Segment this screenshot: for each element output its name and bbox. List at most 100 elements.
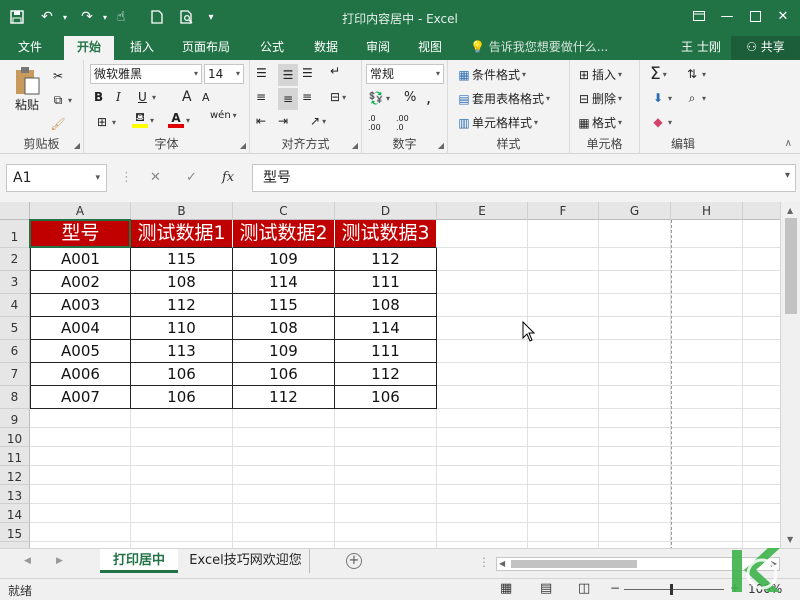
percent-button[interactable]: %: [404, 90, 416, 105]
formula-input[interactable]: 型号: [252, 164, 796, 192]
dialog-launcher-icon[interactable]: ◢: [240, 141, 246, 150]
table-cell[interactable]: 112: [335, 363, 437, 386]
next-sheet-icon[interactable]: ▶: [56, 556, 63, 566]
tab-page-layout[interactable]: 页面布局: [172, 36, 240, 60]
table-cell[interactable]: 110: [131, 317, 233, 340]
column-header-e[interactable]: E: [437, 202, 528, 220]
split-handle-icon[interactable]: ⋮: [478, 555, 490, 569]
table-cell[interactable]: 115: [131, 248, 233, 271]
dialog-launcher-icon[interactable]: ◢: [352, 141, 358, 150]
table-cell[interactable]: 108: [131, 271, 233, 294]
row-header-9[interactable]: 9: [0, 409, 30, 428]
table-cell[interactable]: A003: [30, 294, 131, 317]
scroll-up-icon[interactable]: ▲: [787, 206, 793, 215]
add-sheet-icon[interactable]: +: [346, 553, 362, 569]
table-cell[interactable]: 114: [233, 271, 335, 294]
wrap-text-icon[interactable]: ↵: [330, 64, 340, 78]
row-header-15[interactable]: 15: [0, 523, 30, 542]
minimize-icon[interactable]: —: [714, 4, 740, 28]
ribbon-display-icon[interactable]: [686, 4, 712, 28]
tab-review[interactable]: 审阅: [356, 36, 400, 60]
select-all-corner[interactable]: [0, 202, 30, 220]
increase-decimal-button[interactable]: .0 .00: [368, 114, 390, 132]
tab-file[interactable]: 文件: [8, 36, 52, 60]
font-name-select[interactable]: 微软雅黑 ▾: [90, 64, 202, 84]
user-name[interactable]: 王 士刚: [681, 36, 721, 58]
cut-button[interactable]: ✂: [50, 68, 66, 84]
row-header-11[interactable]: 11: [0, 447, 30, 466]
autosum-button[interactable]: Σ ▾: [650, 64, 667, 84]
delete-cells-button[interactable]: ⊟ 删除 ▾: [576, 90, 622, 107]
tell-me-search[interactable]: 💡 告诉我您想要做什么...: [470, 36, 608, 60]
table-cell[interactable]: A004: [30, 317, 131, 340]
borders-button[interactable]: ⊞ ▾: [94, 114, 116, 130]
phonetic-button[interactable]: wén ▾: [210, 110, 237, 121]
column-header-b[interactable]: B: [131, 202, 233, 220]
number-format-select[interactable]: 常规 ▾: [366, 64, 444, 84]
vertical-scroll-thumb[interactable]: [785, 218, 797, 314]
cell-styles-button[interactable]: ▥ 单元格样式 ▾: [456, 114, 538, 131]
table-cell[interactable]: 106: [131, 363, 233, 386]
table-cell[interactable]: 106: [335, 386, 437, 409]
name-box[interactable]: A1 ▾: [6, 164, 107, 192]
find-select-button[interactable]: ⌕ ▾: [684, 90, 706, 106]
align-left-icon[interactable]: ≡: [256, 90, 266, 104]
table-header-cell[interactable]: 型号: [30, 220, 131, 248]
table-header-cell[interactable]: 测试数据3: [335, 220, 437, 248]
fill-button[interactable]: ⬇ ▾: [650, 90, 672, 106]
fill-color-button[interactable]: ⛾ ▾: [132, 110, 154, 128]
table-cell[interactable]: 108: [233, 317, 335, 340]
table-cell[interactable]: A006: [30, 363, 131, 386]
table-cell[interactable]: 112: [233, 386, 335, 409]
clear-button[interactable]: ◆ ▾: [650, 114, 672, 130]
normal-view-icon[interactable]: ▦: [500, 581, 512, 596]
insert-function-button[interactable]: fx: [222, 170, 234, 185]
zoom-out-icon[interactable]: −: [610, 581, 620, 595]
table-cell[interactable]: A007: [30, 386, 131, 409]
underline-dropdown-icon[interactable]: ▾: [152, 93, 156, 102]
middle-align-icon[interactable]: ☰: [278, 64, 298, 86]
underline-button[interactable]: U: [138, 90, 147, 104]
table-cell[interactable]: 108: [335, 294, 437, 317]
tab-view[interactable]: 视图: [408, 36, 452, 60]
bold-button[interactable]: B: [94, 90, 103, 104]
align-center-icon[interactable]: ≡: [278, 88, 298, 110]
row-header-2[interactable]: 2: [0, 248, 30, 271]
vertical-scrollbar[interactable]: ▲ ▼: [780, 202, 800, 548]
restore-icon[interactable]: [742, 4, 768, 28]
format-cells-button[interactable]: ▦ 格式 ▾: [576, 114, 622, 131]
row-header-10[interactable]: 10: [0, 428, 30, 447]
collapse-ribbon-icon[interactable]: ∧: [785, 138, 792, 149]
column-header-c[interactable]: C: [233, 202, 335, 220]
zoom-slider-thumb[interactable]: [670, 584, 673, 595]
table-header-cell[interactable]: 测试数据2: [233, 220, 335, 248]
top-align-icon[interactable]: ☰: [256, 66, 267, 80]
merge-center-icon[interactable]: ⊟ ▾: [330, 90, 346, 104]
zoom-slider[interactable]: [624, 584, 724, 595]
table-cell[interactable]: A005: [30, 340, 131, 363]
font-color-button[interactable]: A ▾: [168, 111, 190, 128]
row-header-14[interactable]: 14: [0, 504, 30, 523]
row-header-6[interactable]: 6: [0, 340, 30, 363]
table-cell[interactable]: 112: [131, 294, 233, 317]
cancel-icon[interactable]: ✕: [150, 170, 161, 185]
conditional-formatting-button[interactable]: ▦ 条件格式 ▾: [456, 66, 526, 83]
insert-cells-button[interactable]: ⊞ 插入 ▾: [576, 66, 622, 83]
sort-filter-button[interactable]: ⇅ ▾: [684, 66, 706, 82]
worksheet-grid[interactable]: ABCDEFGH 12345678910111213141516 型号测试数据1…: [0, 202, 780, 548]
table-cell[interactable]: 106: [131, 386, 233, 409]
dialog-launcher-icon[interactable]: ◢: [438, 141, 444, 150]
column-header-a[interactable]: A: [30, 202, 131, 220]
table-cell[interactable]: 114: [335, 317, 437, 340]
page-break-view-icon[interactable]: ◫: [578, 581, 590, 596]
align-right-icon[interactable]: ≡: [302, 90, 312, 104]
column-header-h[interactable]: H: [671, 202, 743, 220]
increase-indent-icon[interactable]: ⇥: [278, 114, 288, 128]
page-layout-view-icon[interactable]: ▤: [540, 581, 552, 596]
row-header-4[interactable]: 4: [0, 294, 30, 317]
table-cell[interactable]: 113: [131, 340, 233, 363]
decrease-indent-icon[interactable]: ⇤: [256, 114, 266, 128]
tab-insert[interactable]: 插入: [120, 36, 164, 60]
row-header-8[interactable]: 8: [0, 386, 30, 409]
table-cell[interactable]: A002: [30, 271, 131, 294]
